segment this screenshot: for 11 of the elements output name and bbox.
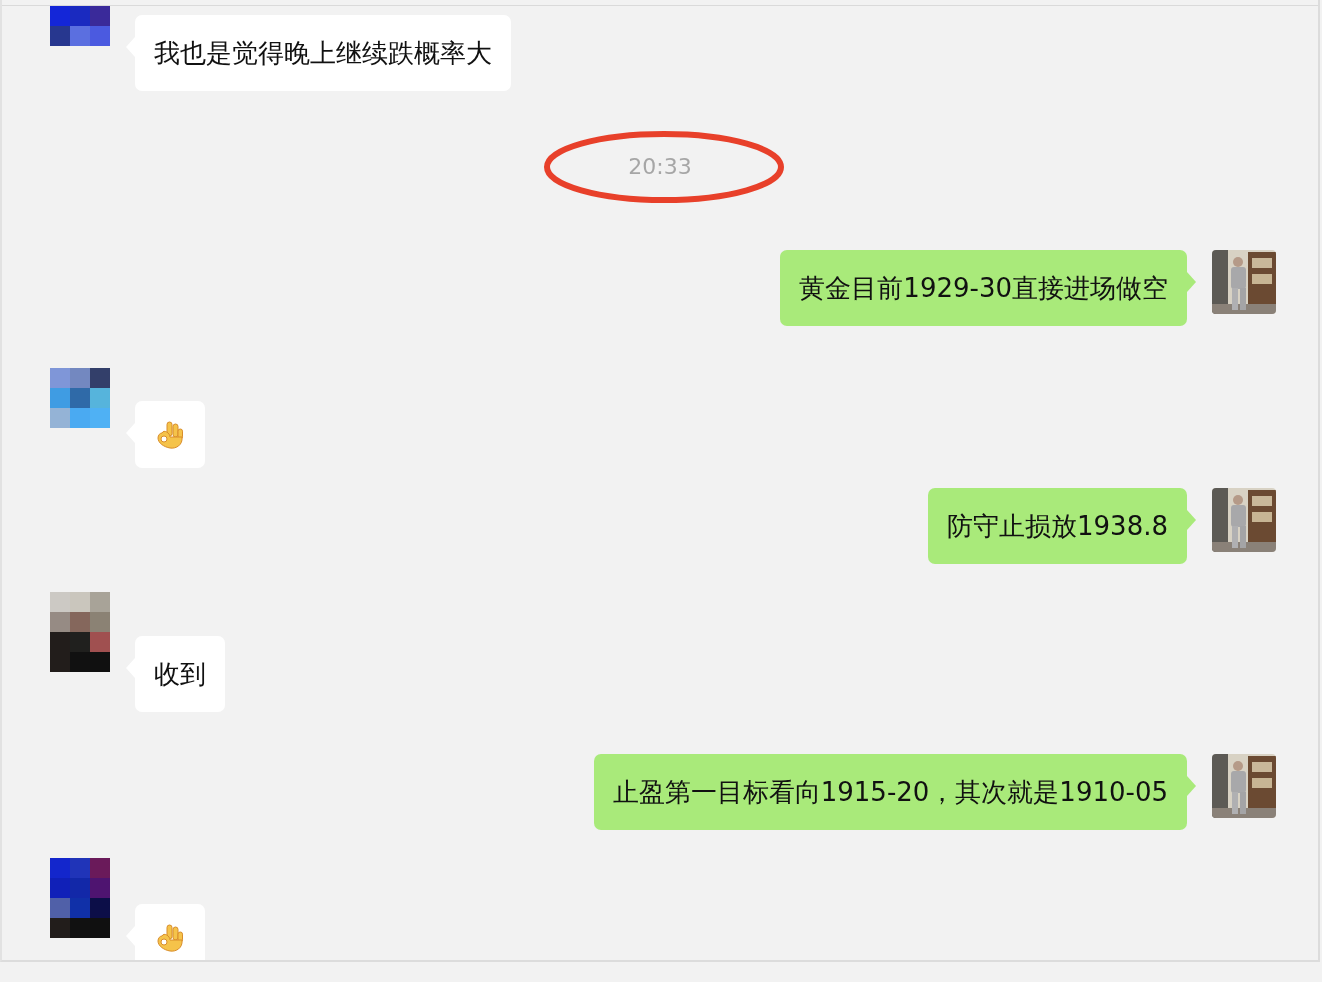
- bubble-tail: [1187, 510, 1196, 530]
- message-bubble: 黄金目前1929-30直接进场做空: [780, 250, 1187, 326]
- ok-hand-icon: [154, 418, 186, 451]
- timestamp: 20:33: [628, 153, 692, 179]
- bubble-tail: [1187, 776, 1196, 796]
- message-bubble: 我也是觉得晚上继续跌概率大: [135, 15, 511, 91]
- bubble-tail: [1187, 272, 1196, 292]
- ok-hand-icon: [154, 921, 186, 954]
- message-bubble: 收到: [135, 636, 225, 712]
- message-bubble: 防守止损放1938.8: [928, 488, 1187, 564]
- message-bubble: 止盈第一目标看向1915-20，其次就是1910-05: [593, 754, 1187, 830]
